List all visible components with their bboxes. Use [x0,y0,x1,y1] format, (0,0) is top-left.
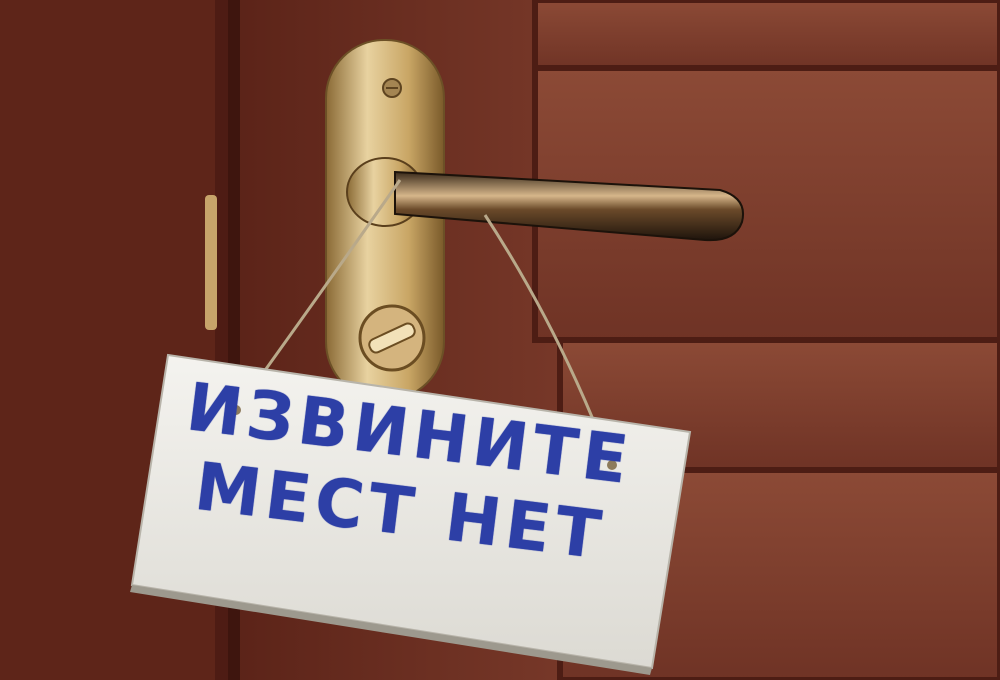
door-panel-top [532,0,1000,73]
door-illustration [0,0,1000,680]
door-scene: ИЗВИНИТЕ МЕСТ НЕТ [0,0,1000,680]
strike-plate [205,195,217,330]
